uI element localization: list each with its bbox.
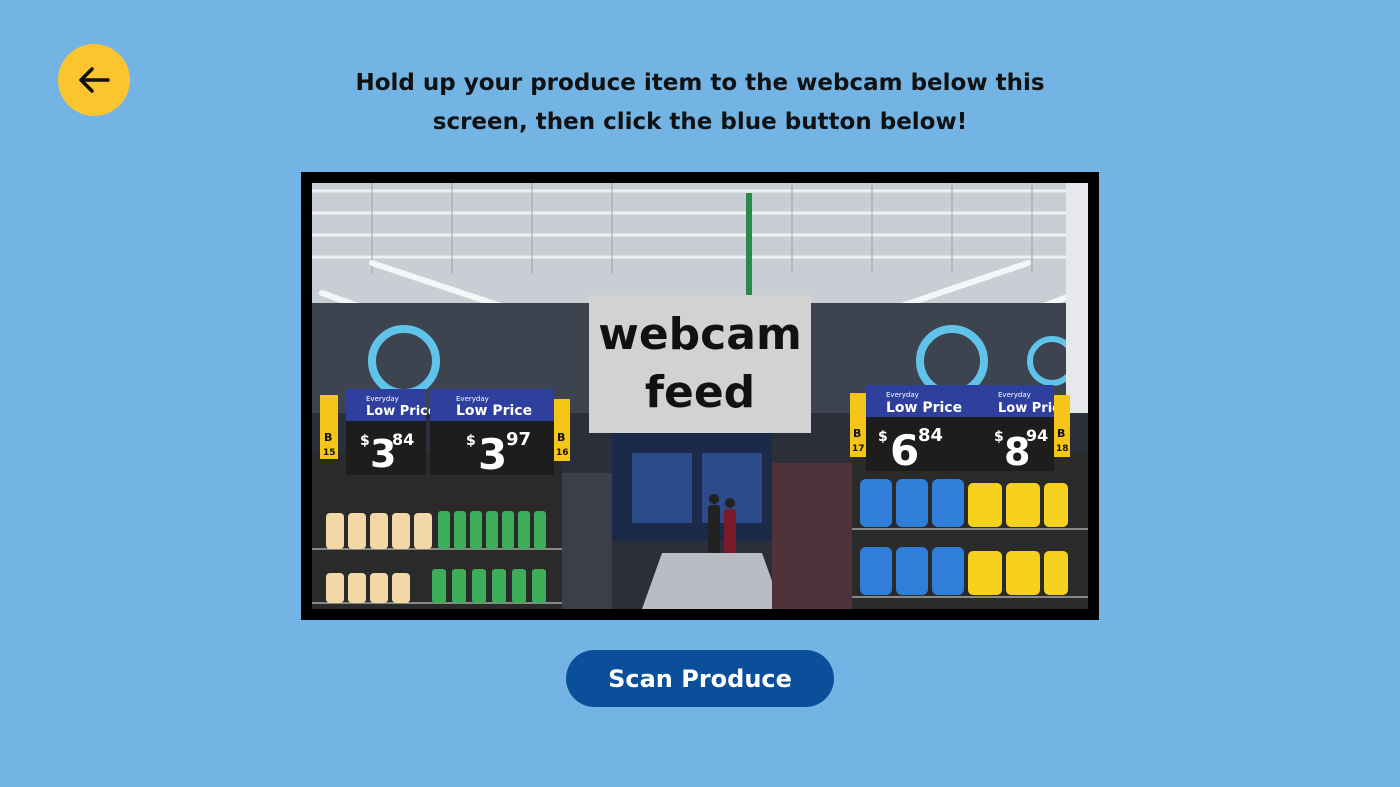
svg-text:Everyday: Everyday <box>366 395 399 403</box>
svg-text:97: 97 <box>506 429 531 450</box>
svg-text:$: $ <box>994 429 1004 445</box>
svg-text:3: 3 <box>478 430 507 479</box>
webcam-label-line-2: feed <box>644 367 756 418</box>
svg-text:17: 17 <box>852 444 865 454</box>
svg-text:Low Price: Low Price <box>456 403 532 419</box>
back-button[interactable] <box>58 44 130 116</box>
svg-text:B: B <box>853 427 861 440</box>
webcam-label-line-1: webcam <box>598 309 802 360</box>
svg-text:84: 84 <box>392 430 414 449</box>
instructions-line-2: screen, then click the blue button below… <box>432 109 968 135</box>
arrow-left-icon <box>79 67 110 93</box>
instructions-text: Hold up your produce item to the webcam … <box>330 64 1070 142</box>
svg-text:16: 16 <box>556 448 569 458</box>
webcam-feed-label: webcam feed <box>589 295 811 433</box>
svg-text:Low Price: Low Price <box>366 404 437 419</box>
price-sign: Everyday Low Price $ 6 84 B 17 <box>850 385 982 475</box>
svg-text:Everyday: Everyday <box>456 395 489 403</box>
svg-text:$: $ <box>878 429 888 445</box>
svg-text:$: $ <box>360 433 370 449</box>
svg-text:15: 15 <box>323 448 336 458</box>
svg-text:B: B <box>557 431 565 444</box>
instructions-line-1: Hold up your produce item to the webcam … <box>355 70 1045 96</box>
svg-text:84: 84 <box>918 425 943 446</box>
svg-text:$: $ <box>466 433 476 449</box>
price-sign: Everyday Low Price $ 3 97 B 16 <box>430 389 570 479</box>
svg-text:94: 94 <box>1026 426 1048 445</box>
svg-text:B: B <box>1057 427 1065 440</box>
svg-text:Everyday: Everyday <box>998 391 1031 399</box>
webcam-feed-frame: Everyday Low Price $ 3 84 B 15 Everyday … <box>301 172 1099 620</box>
svg-text:Low Price: Low Price <box>886 400 962 416</box>
svg-text:Everyday: Everyday <box>886 391 919 399</box>
svg-text:B: B <box>324 431 332 444</box>
svg-text:18: 18 <box>1056 444 1069 454</box>
scan-produce-button[interactable]: Scan Produce <box>566 650 834 707</box>
svg-text:6: 6 <box>890 426 919 475</box>
